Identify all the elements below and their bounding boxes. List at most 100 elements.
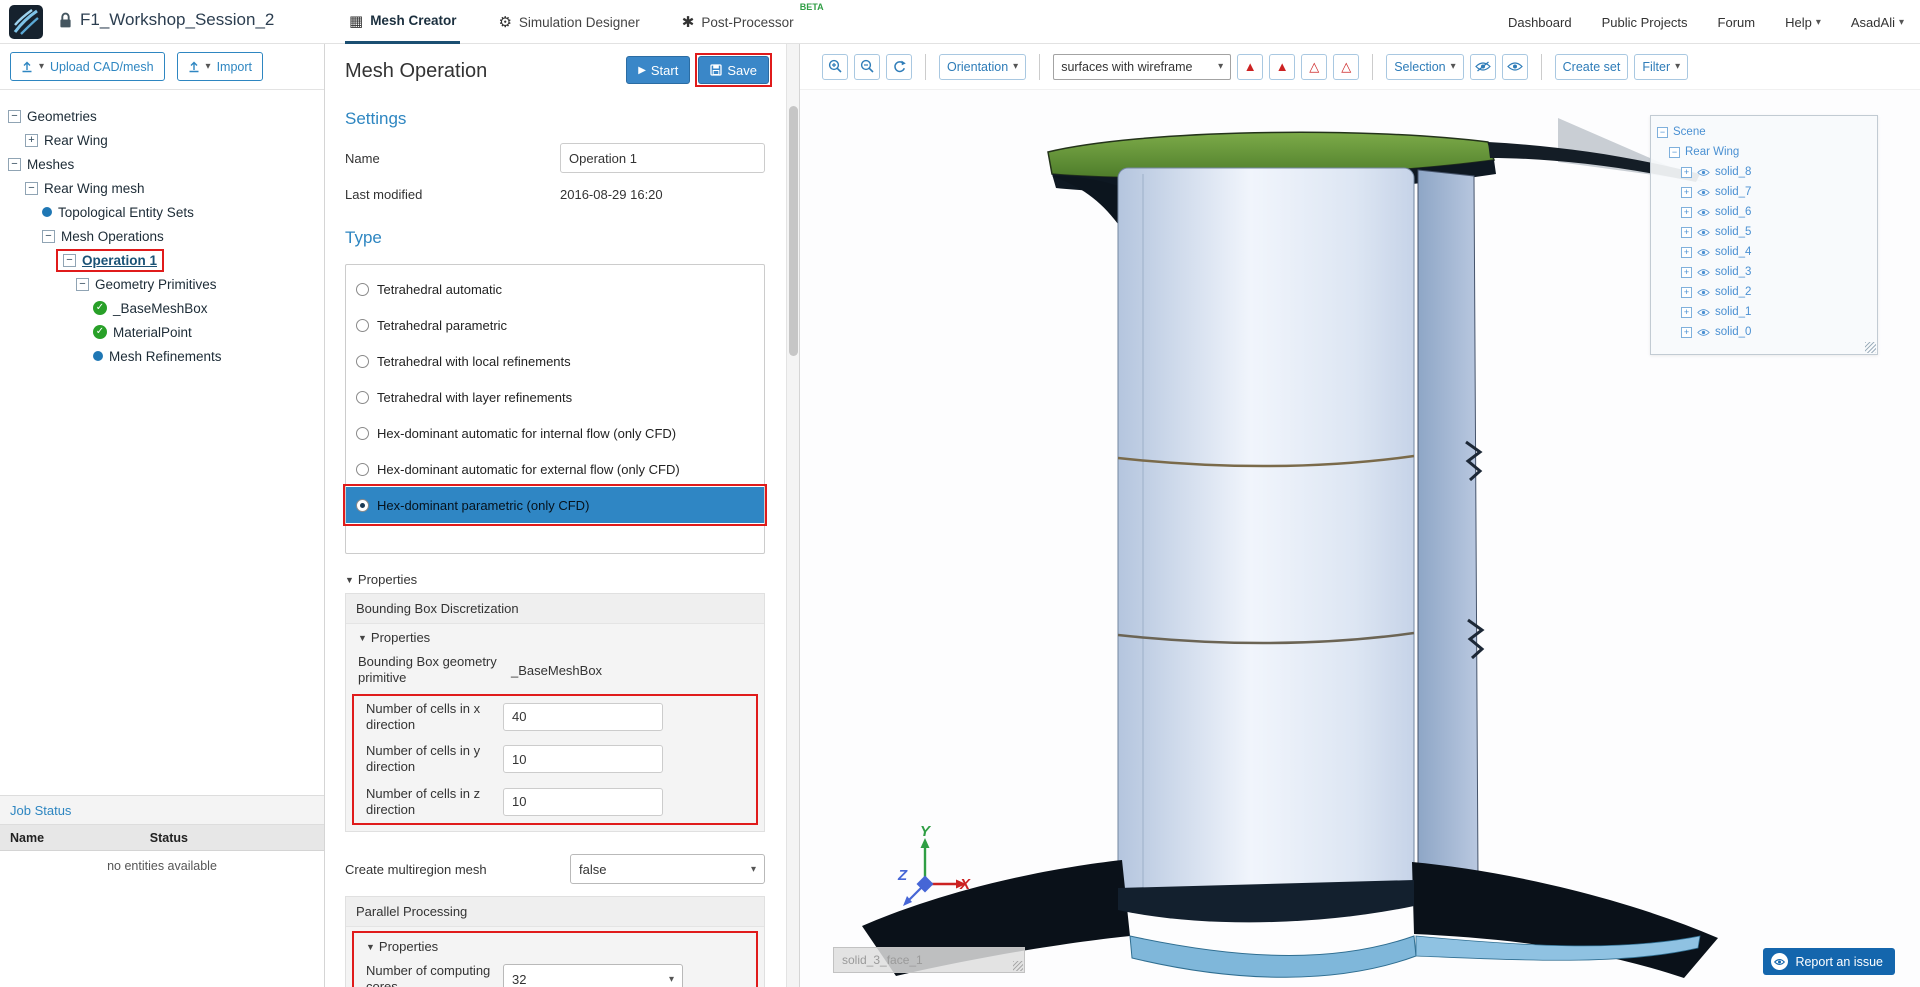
tab-post-processor[interactable]: ✱ Post-Processor BETA: [678, 0, 824, 44]
type-option-tetrahedral-layer-refinements[interactable]: Tetrahedral with layer refinements: [346, 379, 764, 415]
type-option-hex-external[interactable]: Hex-dominant automatic for external flow…: [346, 451, 764, 487]
tab-mesh-creator[interactable]: ▦ Mesh Creator: [345, 0, 461, 44]
tree-collapse-icon[interactable]: −: [76, 277, 89, 291]
cells-y-input[interactable]: [503, 745, 663, 774]
tree-item-materialpoint[interactable]: ✓ MaterialPoint: [8, 320, 324, 344]
scene-solid-6[interactable]: + solid_6: [1657, 202, 1871, 222]
resize-grip[interactable]: [1865, 342, 1876, 353]
tree-collapse-icon[interactable]: −: [8, 157, 21, 171]
properties-collapser[interactable]: ▼ Properties: [345, 572, 765, 587]
radio-icon[interactable]: [356, 282, 369, 296]
save-button[interactable]: Save: [698, 56, 769, 84]
tree-collapse-icon[interactable]: −: [25, 181, 38, 195]
radio-icon[interactable]: [356, 498, 369, 512]
tree-item-rear-wing-mesh[interactable]: − Rear Wing mesh: [8, 176, 324, 200]
eye-icon[interactable]: [1697, 228, 1710, 237]
tree-item-mesh-refinements[interactable]: Mesh Refinements: [8, 344, 324, 368]
import-button[interactable]: ▾ Import: [176, 52, 264, 81]
mesh-quality-filled-1-button[interactable]: ▲: [1237, 53, 1264, 80]
multiregion-select[interactable]: false ▾: [570, 854, 765, 884]
scene-solid-5[interactable]: + solid_5: [1657, 222, 1871, 242]
scene-solid-2[interactable]: + solid_2: [1657, 282, 1871, 302]
operation-name-input[interactable]: [560, 143, 765, 173]
eye-icon[interactable]: [1697, 168, 1710, 177]
tree-item-mesh-operations[interactable]: − Mesh Operations: [8, 224, 324, 248]
type-option-tetrahedral-parametric[interactable]: Tetrahedral parametric: [346, 307, 764, 343]
type-option-hex-parametric[interactable]: Hex-dominant parametric (only CFD): [343, 484, 767, 526]
computing-cores-select[interactable]: 32 ▾: [503, 964, 683, 987]
scene-solid-0[interactable]: + solid_0: [1657, 322, 1871, 342]
tree-expand-icon[interactable]: +: [1681, 186, 1692, 198]
mesh-quality-outline-2-button[interactable]: △: [1333, 53, 1360, 80]
radio-icon[interactable]: [356, 390, 369, 404]
zoom-out-button[interactable]: [854, 53, 880, 80]
selection-dropdown[interactable]: Selection ▾: [1386, 53, 1464, 80]
cells-x-input[interactable]: [503, 702, 663, 731]
cells-z-input[interactable]: [503, 787, 663, 816]
tree-expand-icon[interactable]: +: [1681, 226, 1692, 238]
resize-grip[interactable]: [1013, 961, 1023, 971]
nav-forum[interactable]: Forum: [1718, 15, 1756, 30]
bbox-properties-collapser[interactable]: ▼ Properties: [346, 624, 764, 649]
radio-icon[interactable]: [356, 318, 369, 332]
eye-icon[interactable]: [1697, 328, 1710, 337]
app-logo[interactable]: [8, 4, 44, 40]
tree-expand-icon[interactable]: +: [1681, 326, 1692, 338]
tree-item-basemeshbox[interactable]: ✓ _BaseMeshBox: [8, 296, 324, 320]
radio-icon[interactable]: [356, 354, 369, 368]
tree-collapse-icon[interactable]: −: [1657, 126, 1668, 138]
show-selection-button[interactable]: [1501, 53, 1528, 80]
tree-collapse-icon[interactable]: −: [1669, 146, 1680, 158]
tree-expand-icon[interactable]: +: [1681, 166, 1692, 178]
eye-icon[interactable]: [1697, 288, 1710, 297]
tab-simulation-designer[interactable]: ⚙ Simulation Designer: [494, 0, 643, 44]
tree-collapse-icon[interactable]: −: [8, 109, 21, 123]
hide-selection-button[interactable]: [1469, 53, 1496, 80]
radio-icon[interactable]: [356, 462, 369, 476]
scene-rear-wing[interactable]: − Rear Wing: [1657, 142, 1871, 162]
tree-item-meshes[interactable]: − Meshes: [8, 152, 324, 176]
tree-expand-icon[interactable]: +: [25, 133, 38, 147]
type-option-tetrahedral-automatic[interactable]: Tetrahedral automatic: [346, 271, 764, 307]
tree-expand-icon[interactable]: +: [1681, 306, 1692, 318]
orientation-dropdown[interactable]: Orientation ▾: [939, 53, 1027, 80]
mesh-quality-filled-2-button[interactable]: ▲: [1269, 53, 1296, 80]
panel-scrollbar[interactable]: [786, 44, 799, 987]
tree-expand-icon[interactable]: +: [1681, 206, 1692, 218]
scene-root[interactable]: − Scene: [1657, 122, 1871, 142]
render-mode-select[interactable]: surfaces with wireframe ▾: [1053, 53, 1232, 80]
tree-collapse-icon[interactable]: −: [42, 229, 55, 243]
eye-icon[interactable]: [1697, 248, 1710, 257]
start-button[interactable]: ▶ Start: [626, 56, 691, 84]
tree-item-geometry-primitives[interactable]: − Geometry Primitives: [8, 272, 324, 296]
nav-dashboard[interactable]: Dashboard: [1508, 15, 1572, 30]
nav-public-projects[interactable]: Public Projects: [1602, 15, 1688, 30]
tree-expand-icon[interactable]: +: [1681, 246, 1692, 258]
type-option-hex-internal[interactable]: Hex-dominant automatic for internal flow…: [346, 415, 764, 451]
mesh-quality-outline-1-button[interactable]: △: [1301, 53, 1328, 80]
tree-item-operation-1[interactable]: − Operation 1: [8, 248, 324, 272]
zoom-in-button[interactable]: [822, 53, 848, 80]
report-issue-button[interactable]: Report an issue: [1763, 948, 1895, 975]
upload-cad-button[interactable]: ▾ Upload CAD/mesh: [10, 52, 165, 81]
type-option-tetrahedral-local-refinements[interactable]: Tetrahedral with local refinements: [346, 343, 764, 379]
tree-expand-icon[interactable]: +: [1681, 286, 1692, 298]
tree-item-rear-wing[interactable]: + Rear Wing: [8, 128, 324, 152]
nav-user-menu[interactable]: AsadAli ▾: [1851, 15, 1904, 30]
filter-dropdown[interactable]: Filter ▾: [1634, 53, 1689, 80]
scene-solid-4[interactable]: + solid_4: [1657, 242, 1871, 262]
eye-icon[interactable]: [1697, 308, 1710, 317]
panel-scrollbar-thumb[interactable]: [789, 106, 798, 356]
tree-item-topological-entity-sets[interactable]: Topological Entity Sets: [8, 200, 324, 224]
reset-view-button[interactable]: [886, 53, 912, 80]
eye-icon[interactable]: [1697, 208, 1710, 217]
viewport-3d[interactable]: − Scene − Rear Wing + solid_8 + solid_7 …: [800, 90, 1920, 987]
radio-icon[interactable]: [356, 426, 369, 440]
scene-solid-7[interactable]: + solid_7: [1657, 182, 1871, 202]
tree-expand-icon[interactable]: +: [1681, 266, 1692, 278]
parallel-properties-collapser[interactable]: ▼ Properties: [354, 933, 756, 958]
scene-solid-1[interactable]: + solid_1: [1657, 302, 1871, 322]
create-set-button[interactable]: Create set: [1554, 53, 1629, 80]
scene-solid-8[interactable]: + solid_8: [1657, 162, 1871, 182]
nav-help[interactable]: Help ▾: [1785, 15, 1821, 30]
